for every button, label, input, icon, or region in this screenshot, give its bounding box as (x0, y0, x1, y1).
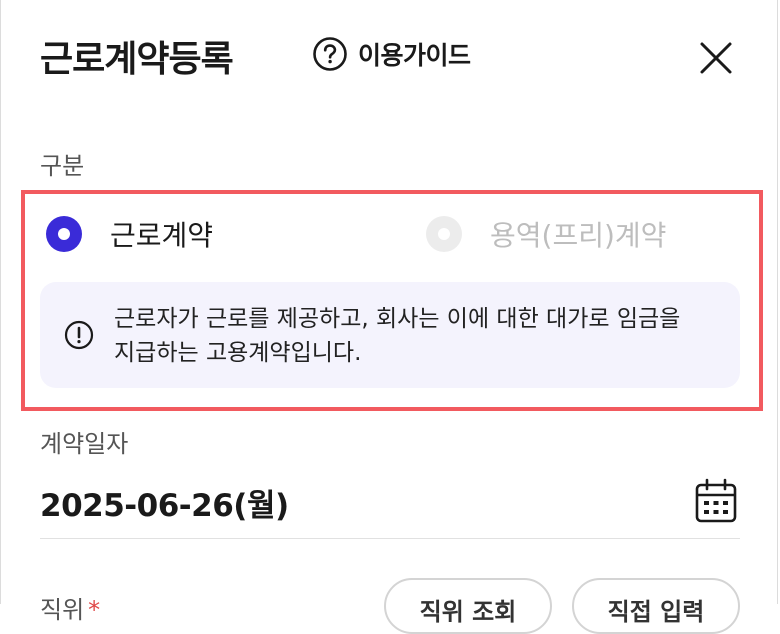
radio-label-employment: 근로계약 (110, 219, 214, 252)
required-mark: * (88, 596, 101, 624)
radio-selected-icon (46, 216, 82, 252)
radio-employment-contract[interactable]: 근로계약 (46, 214, 213, 254)
radio-freelance-contract[interactable]: 용역(프리)계약 (426, 214, 666, 254)
guide-label: 이용가이드 (358, 41, 471, 70)
divider (40, 538, 740, 539)
radio-unselected-icon (426, 216, 462, 252)
close-button[interactable] (694, 36, 738, 80)
calendar-icon (694, 478, 738, 524)
page-title: 근로계약등록 (40, 39, 234, 80)
calendar-button[interactable] (694, 478, 738, 524)
question-circle-icon (312, 36, 348, 72)
job-direct-input-button[interactable]: 직접 입력 (572, 578, 740, 634)
guide-link[interactable]: 이용가이드 (312, 36, 471, 72)
contract-type-label: 구분 (40, 152, 85, 180)
radio-label-freelance: 용역(프리)계약 (490, 219, 667, 252)
close-icon (694, 36, 738, 80)
job-title-label-text: 직위 (40, 596, 85, 624)
contract-date-field[interactable]: 2025-06-26(월) (40, 480, 289, 525)
job-title-label: 직위 * (40, 590, 100, 625)
contract-date-label: 계약일자 (40, 430, 129, 458)
notice-text: 근로자가 근로를 제공하고, 회사는 이에 대한 대가로 임금을 지급하는 고용… (114, 306, 681, 366)
exclamation-circle-icon (64, 320, 94, 350)
job-search-button[interactable]: 직위 조회 (384, 578, 552, 634)
contract-type-notice: 근로자가 근로를 제공하고, 회사는 이에 대한 대가로 임금을 지급하는 고용… (40, 282, 740, 388)
